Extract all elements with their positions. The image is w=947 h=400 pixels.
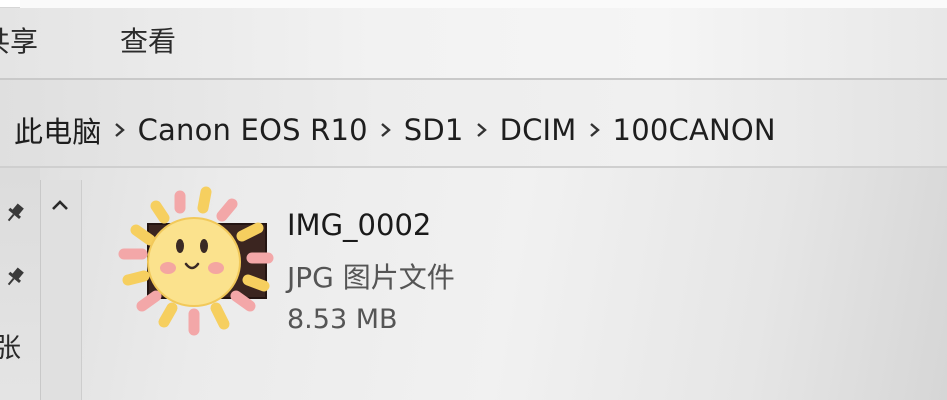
chevron-right-icon[interactable] <box>368 122 404 138</box>
crumb-100canon[interactable]: 100CANON <box>613 113 776 147</box>
pin-icon[interactable] <box>2 264 28 290</box>
tab-view[interactable]: 查看 <box>120 20 176 60</box>
crumb-dcim[interactable]: DCIM <box>500 113 577 147</box>
sun-sticker-icon[interactable] <box>108 182 278 342</box>
chevron-right-icon[interactable] <box>102 122 138 138</box>
ribbon-top-strip <box>0 0 947 8</box>
tab-share[interactable]: 共享 <box>0 20 38 60</box>
crumb-camera[interactable]: Canon EOS R10 <box>138 113 368 147</box>
chevron-up-icon[interactable] <box>46 192 74 218</box>
file-name: IMG_0002 <box>287 208 432 242</box>
chevron-right-icon[interactable] <box>577 122 613 138</box>
selected-cell <box>0 0 20 8</box>
nav-item-label[interactable]: 张 <box>0 326 21 365</box>
crumb-sd1[interactable]: SD1 <box>404 113 464 147</box>
chevron-right-icon[interactable] <box>464 122 500 138</box>
file-type: JPG 图片文件 <box>287 261 455 294</box>
address-divider <box>0 166 947 168</box>
breadcrumb: 此电脑 Canon EOS R10 SD1 DCIM 100CANON <box>14 108 776 152</box>
pin-icon[interactable] <box>2 200 28 226</box>
file-size: 8.53 MB <box>287 304 398 335</box>
crumb-this-pc[interactable]: 此电脑 <box>14 109 102 151</box>
